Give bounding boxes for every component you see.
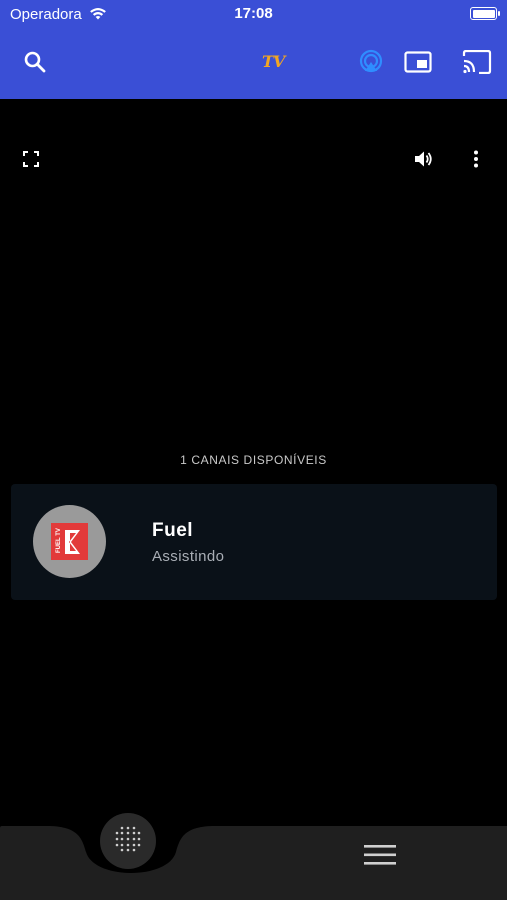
volume-button[interactable] bbox=[410, 147, 438, 175]
picture-in-picture-icon bbox=[404, 50, 432, 78]
app-logo: TV bbox=[262, 52, 285, 71]
status-bar: Operadora 17:08 bbox=[0, 0, 507, 28]
cast-icon bbox=[462, 49, 492, 79]
menu-button[interactable] bbox=[361, 843, 399, 871]
fuel-tv-logo: FUEL TV bbox=[33, 505, 106, 578]
fullscreen-icon bbox=[23, 150, 39, 172]
airplay-icon bbox=[358, 49, 384, 80]
search-icon bbox=[23, 50, 47, 79]
hamburger-menu-icon bbox=[364, 844, 396, 871]
bottom-nav bbox=[0, 780, 507, 900]
more-options-button[interactable] bbox=[462, 147, 490, 175]
channel-name: Fuel bbox=[152, 520, 194, 541]
svg-text:FUEL TV: FUEL TV bbox=[56, 528, 62, 553]
picture-in-picture-button[interactable] bbox=[401, 47, 435, 81]
channels-count-label: 1 CANAIS DISPONÍVEIS bbox=[180, 453, 327, 467]
fullscreen-button[interactable] bbox=[17, 147, 45, 175]
video-player[interactable] bbox=[0, 99, 507, 444]
cast-button[interactable] bbox=[460, 47, 494, 81]
clock: 17:08 bbox=[234, 5, 273, 22]
volume-icon bbox=[414, 150, 434, 173]
app-bar: TV bbox=[0, 28, 507, 99]
more-vert-icon bbox=[473, 150, 479, 173]
bottom-nav-background bbox=[0, 826, 507, 900]
channels-grid-button[interactable] bbox=[100, 813, 156, 869]
channel-card[interactable]: FUEL TV Fuel Assistindo bbox=[11, 484, 497, 600]
channel-status: Assistindo bbox=[152, 548, 225, 565]
search-button[interactable] bbox=[18, 47, 52, 81]
battery-icon bbox=[470, 7, 500, 20]
dots-grid-icon bbox=[113, 824, 143, 859]
airplay-button[interactable] bbox=[354, 47, 388, 81]
